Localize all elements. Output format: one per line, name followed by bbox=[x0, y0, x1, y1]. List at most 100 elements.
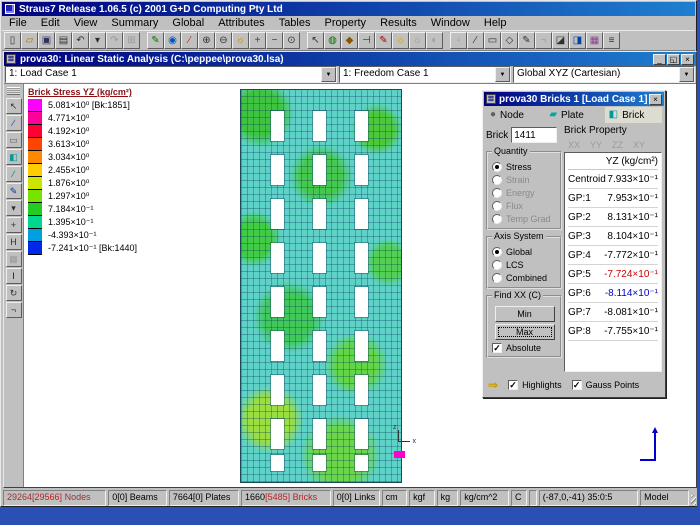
undo-menu-icon[interactable]: ▾ bbox=[89, 32, 106, 49]
select-tool-icon[interactable]: ↖ bbox=[6, 98, 22, 114]
zoom-extents-icon[interactable]: ⊙ bbox=[283, 32, 300, 49]
coord-system-dropdown-icon[interactable]: ▼ bbox=[679, 67, 694, 82]
component-tab[interactable]: XY bbox=[633, 140, 645, 150]
poly-select-icon[interactable]: ◇ bbox=[501, 32, 518, 49]
line-select-icon[interactable]: ∕ bbox=[467, 32, 484, 49]
menu-item[interactable]: File bbox=[2, 16, 34, 30]
quantity-radio[interactable]: Flux bbox=[492, 199, 557, 212]
menu-item[interactable]: Window bbox=[424, 16, 477, 30]
axis-system-radio[interactable]: Combined bbox=[492, 271, 557, 284]
dotted-tool-icon[interactable]: ▦ bbox=[6, 251, 22, 267]
zoom-out-icon[interactable]: ⊖ bbox=[215, 32, 232, 49]
quantity-radio[interactable]: Stress bbox=[492, 160, 557, 173]
coord-system-combo[interactable]: Global XYZ (Cartesian) ▼ bbox=[513, 66, 695, 83]
fill-icon[interactable]: ◪ bbox=[552, 32, 569, 49]
clear-select-icon[interactable]: ¬ bbox=[535, 32, 552, 49]
save-file-icon[interactable]: ▣ bbox=[38, 32, 55, 49]
gauss-points-checkbox[interactable]: ✓ Gauss Points bbox=[572, 380, 640, 390]
entity-display-icon[interactable]: ✎ bbox=[147, 32, 164, 49]
restore-button[interactable]: ◱ bbox=[667, 54, 680, 65]
brush-tool-icon[interactable]: ✎ bbox=[6, 183, 22, 199]
hatch-select-icon[interactable]: ▫ bbox=[450, 32, 467, 49]
autofit-icon[interactable]: ☼ bbox=[232, 32, 249, 49]
component-tab[interactable]: ZZ bbox=[612, 140, 623, 150]
fea-model[interactable]: z x bbox=[240, 89, 402, 483]
light-on-icon[interactable]: ☼ bbox=[392, 32, 409, 49]
model-canvas[interactable]: ↖ ∕ ▭ ◧ ∕ ✎ ▾ + H ▦ bbox=[4, 83, 696, 487]
dialog-close-button[interactable]: × bbox=[649, 94, 662, 105]
animate-icon[interactable]: ◨ bbox=[569, 32, 586, 49]
freedom-case-combo[interactable]: 1: Freedom Case 1 ▼ bbox=[339, 66, 511, 83]
unit-temperature: C bbox=[511, 490, 527, 506]
dropdown-tool-icon[interactable]: ▾ bbox=[6, 200, 22, 216]
attributes-icon[interactable]: ◆ bbox=[341, 32, 358, 49]
globe-icon[interactable]: ◉ bbox=[164, 32, 181, 49]
image-icon[interactable]: ▦ bbox=[586, 32, 603, 49]
menu-item[interactable]: Summary bbox=[104, 16, 165, 30]
find-icon[interactable]: ⊞ bbox=[123, 32, 140, 49]
line-tool-icon[interactable]: ∕ bbox=[6, 166, 22, 182]
find-min-button[interactable]: Min bbox=[495, 306, 555, 322]
edit-pencil-icon[interactable]: ✎ bbox=[375, 32, 392, 49]
menu-item[interactable]: Results bbox=[373, 16, 424, 30]
zoom-line-tool-icon[interactable]: ∕ bbox=[6, 115, 22, 131]
new-file-icon[interactable]: ▯ bbox=[4, 32, 21, 49]
hide-tool-icon[interactable]: H bbox=[6, 234, 22, 250]
result-point-label: GP:8 bbox=[568, 322, 591, 340]
axis-system-radio[interactable]: Global bbox=[492, 245, 557, 258]
toolbar-drag-handle[interactable] bbox=[7, 87, 20, 95]
resize-grip[interactable] bbox=[691, 490, 697, 506]
add-tool-icon[interactable]: + bbox=[6, 217, 22, 233]
rect-tool-icon[interactable]: ▭ bbox=[6, 132, 22, 148]
print-icon[interactable]: ▤ bbox=[55, 32, 72, 49]
menu-item[interactable]: Edit bbox=[34, 16, 67, 30]
quantity-radio[interactable]: Energy bbox=[492, 186, 557, 199]
open-file-icon[interactable]: ▱ bbox=[21, 32, 38, 49]
child-titlebar[interactable]: ≣ prova30: Linear Static Analysis (C:\pe… bbox=[4, 52, 696, 66]
load-case-dropdown-icon[interactable]: ▼ bbox=[321, 67, 336, 82]
component-tab[interactable]: XX bbox=[568, 140, 580, 150]
ibeam-tool-icon[interactable]: ¬ bbox=[6, 302, 22, 318]
close-button[interactable]: × bbox=[681, 54, 694, 65]
menu-item[interactable]: Property bbox=[317, 16, 373, 30]
axis-icon[interactable]: ⊣ bbox=[358, 32, 375, 49]
absolute-checkbox[interactable]: ✓ Absolute bbox=[492, 343, 557, 353]
list-icon[interactable]: ≡ bbox=[603, 32, 620, 49]
scale-down-icon[interactable]: − bbox=[266, 32, 283, 49]
dialog-titlebar[interactable]: ≣ prova30 Bricks 1 [Load Case 1] × bbox=[484, 92, 664, 106]
brick-tool-icon[interactable]: ◧ bbox=[6, 149, 22, 165]
brush-select-icon[interactable]: ✎ bbox=[518, 32, 535, 49]
menu-item[interactable]: Help bbox=[477, 16, 514, 30]
app-titlebar[interactable]: Straus7 Release 1.06.5 (c) 2001 G+D Comp… bbox=[2, 2, 695, 16]
scale-up-icon[interactable]: + bbox=[249, 32, 266, 49]
jump-arrow-icon[interactable]: ⇒ bbox=[488, 378, 498, 392]
minimize-button[interactable]: _ bbox=[653, 54, 666, 65]
menu-item[interactable]: View bbox=[67, 16, 105, 30]
text-tool-icon[interactable]: I bbox=[6, 268, 22, 284]
tab-brick[interactable]: ◧ Brick bbox=[605, 107, 662, 123]
tab-node[interactable]: ● Node bbox=[486, 107, 543, 123]
light-half-icon[interactable]: ◐ bbox=[426, 32, 443, 49]
find-max-button[interactable]: Max bbox=[495, 324, 555, 340]
menu-item[interactable]: Tables bbox=[272, 16, 318, 30]
rect-select-icon[interactable]: ▭ bbox=[484, 32, 501, 49]
zoom-in-icon[interactable]: ⊕ bbox=[198, 32, 215, 49]
quantity-radio[interactable]: Temp Grad bbox=[492, 212, 557, 225]
component-tab[interactable]: YY bbox=[590, 140, 602, 150]
menu-item[interactable]: Global bbox=[165, 16, 211, 30]
redo-icon[interactable]: ↷ bbox=[106, 32, 123, 49]
freedom-case-dropdown-icon[interactable]: ▼ bbox=[495, 67, 510, 82]
axis-system-radio[interactable]: LCS bbox=[492, 258, 557, 271]
highlights-checkbox[interactable]: ✓ Highlights bbox=[508, 380, 562, 390]
select-arrow-icon[interactable]: ↖ bbox=[307, 32, 324, 49]
freehand-icon[interactable]: ∕ bbox=[181, 32, 198, 49]
tab-plate[interactable]: ▰ Plate bbox=[545, 107, 602, 123]
rotate-tool-icon[interactable]: ↻ bbox=[6, 285, 22, 301]
undo-icon[interactable]: ↶ bbox=[72, 32, 89, 49]
quantity-radio[interactable]: Strain bbox=[492, 173, 557, 186]
light-off-icon[interactable]: ☼ bbox=[409, 32, 426, 49]
load-case-combo[interactable]: 1: Load Case 1 ▼ bbox=[5, 66, 337, 83]
brick-number-input[interactable] bbox=[511, 127, 557, 143]
entity-globe-icon[interactable]: ◍ bbox=[324, 32, 341, 49]
menu-item[interactable]: Attributes bbox=[211, 16, 271, 30]
